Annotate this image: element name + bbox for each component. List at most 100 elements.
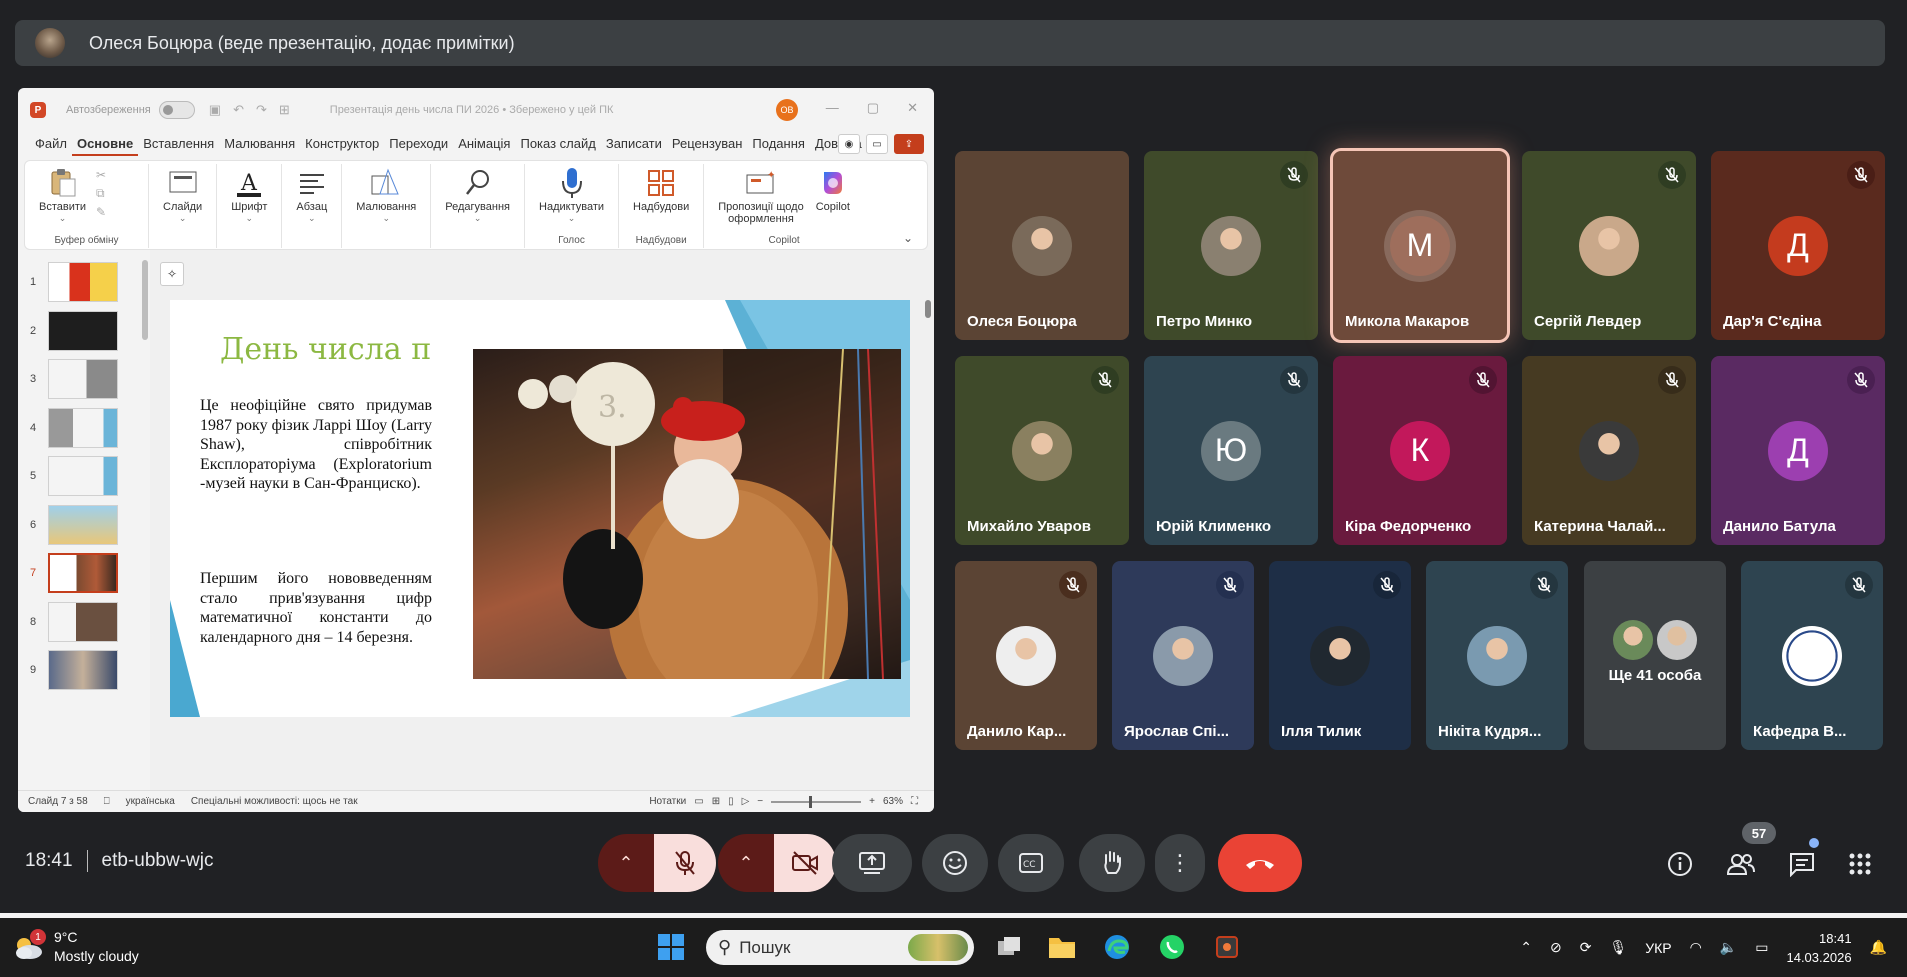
snipping-tool-button[interactable]: [1210, 930, 1244, 964]
microphone-off-button[interactable]: [654, 834, 716, 892]
slide-thumbnail[interactable]: [48, 262, 118, 303]
slide-thumbnail[interactable]: [48, 601, 118, 642]
addins-button[interactable]: Надбудови: [633, 168, 689, 213]
dictate-button[interactable]: Надиктувати ⌄: [539, 168, 604, 224]
clock[interactable]: 18:41 14.03.2026: [1786, 929, 1851, 967]
present-icon[interactable]: ⊞: [279, 102, 290, 118]
participant-tile[interactable]: Катерина Чалай...: [1522, 356, 1696, 545]
edge-browser-button[interactable]: [1100, 930, 1134, 964]
thumbnail-row[interactable]: 9: [18, 646, 150, 695]
chevron-up-icon[interactable]: ⌃: [1520, 939, 1532, 956]
thumbnail-row[interactable]: 2: [18, 307, 150, 356]
normal-view-icon[interactable]: ▭: [694, 796, 703, 807]
meeting-code[interactable]: etb-ubbw-wjc: [102, 850, 214, 872]
tab-view[interactable]: Подання: [747, 132, 810, 156]
editing-button[interactable]: Редагування ⌄: [445, 168, 510, 224]
taskbar-search[interactable]: ⚲ Пошук: [706, 930, 974, 965]
notes-button[interactable]: Нотатки: [649, 796, 686, 807]
close-icon[interactable]: ✕: [907, 100, 918, 116]
current-slide[interactable]: День числа π Це неофіційне свято придума…: [170, 300, 910, 717]
volume-icon[interactable]: 🔈: [1720, 939, 1737, 956]
redo-icon[interactable]: ↷: [256, 102, 267, 118]
video-options-chevron-up-icon[interactable]: ⌃: [718, 834, 774, 892]
participant-tile[interactable]: Д Дар'я С'єдіна: [1711, 151, 1885, 340]
leave-call-button[interactable]: [1218, 834, 1302, 892]
audio-options-chevron-up-icon[interactable]: ⌃: [598, 834, 654, 892]
sync-icon[interactable]: ⟳: [1580, 939, 1592, 956]
thumbnail-row[interactable]: 6: [18, 501, 150, 550]
file-explorer-button[interactable]: [1045, 930, 1079, 964]
participant-tile[interactable]: Ще 41 особа: [1584, 561, 1726, 750]
language-indicator[interactable]: українська: [126, 796, 175, 807]
thumbnail-row[interactable]: 7: [18, 549, 150, 598]
participant-tile[interactable]: Ю Юрій Клименко: [1144, 356, 1318, 545]
copy-icon[interactable]: ⧉: [96, 186, 106, 201]
participant-tile[interactable]: Кафедра В...: [1741, 561, 1883, 750]
raise-hand-button[interactable]: [1079, 834, 1145, 892]
spellcheck-icon[interactable]: ⎕: [104, 796, 110, 807]
tab-review[interactable]: Рецензуван: [667, 132, 748, 156]
people-button[interactable]: [1724, 847, 1758, 881]
undo-icon[interactable]: ↶: [233, 102, 244, 118]
tab-insert[interactable]: Вставлення: [138, 132, 219, 156]
tab-home[interactable]: Основне: [71, 132, 139, 156]
paste-button[interactable]: Вставити ⌄: [39, 168, 86, 224]
designer-sparkle-icon[interactable]: ✧: [160, 262, 184, 286]
participant-tile[interactable]: Д Данило Батула: [1711, 356, 1885, 545]
slide-thumbnail[interactable]: [48, 407, 118, 448]
more-options-button[interactable]: ⋮: [1155, 834, 1205, 892]
thumbnails-scrollbar[interactable]: [142, 250, 148, 790]
zoom-slider[interactable]: [771, 795, 862, 808]
save-icon[interactable]: ▣: [209, 102, 221, 118]
captions-button[interactable]: CC: [998, 834, 1064, 892]
thumbnail-row[interactable]: 1: [18, 258, 150, 307]
meeting-details-button[interactable]: [1663, 847, 1697, 881]
zoom-in-icon[interactable]: +: [869, 796, 875, 807]
thumbnail-row[interactable]: 8: [18, 598, 150, 647]
paragraph-button[interactable]: Абзац ⌄: [296, 168, 327, 224]
tray-microphone-icon[interactable]: 🎙: [1609, 939, 1627, 956]
autosave-toggle[interactable]: [158, 101, 195, 119]
copilot-button[interactable]: Copilot: [816, 168, 850, 213]
maximize-icon[interactable]: ▢: [867, 100, 879, 116]
task-view-button[interactable]: [992, 930, 1026, 964]
tab-file[interactable]: Файл: [30, 132, 72, 156]
present-screen-button[interactable]: [832, 834, 912, 892]
participant-tile[interactable]: Ілля Тилик: [1269, 561, 1411, 750]
drawing-button[interactable]: Малювання ⌄: [356, 168, 416, 224]
editor-scrollbar[interactable]: [924, 250, 932, 790]
participant-tile[interactable]: Данило Кар...: [955, 561, 1097, 750]
user-initials-badge[interactable]: ОВ: [776, 99, 798, 121]
cut-icon[interactable]: ✂: [96, 168, 106, 182]
participant-tile[interactable]: М Микола Макаров: [1333, 151, 1507, 340]
slide-thumbnail[interactable]: [48, 359, 118, 400]
minimize-icon[interactable]: —: [826, 100, 839, 116]
slides-button[interactable]: Слайди ⌄: [163, 168, 202, 224]
camera-off-button[interactable]: [774, 834, 836, 892]
slide-thumbnail[interactable]: [48, 650, 118, 691]
slideshow-icon[interactable]: ▷: [742, 796, 750, 807]
activities-button[interactable]: [1843, 847, 1877, 881]
notifications-icon[interactable]: 🔔: [1870, 939, 1887, 956]
accessibility-status[interactable]: Спеціальні можливості: щось не так: [191, 796, 358, 807]
battery-icon[interactable]: ▭: [1755, 939, 1768, 956]
slide-thumbnail[interactable]: [48, 504, 118, 545]
format-painter-icon[interactable]: ✎: [96, 205, 106, 219]
whatsapp-button[interactable]: [1155, 930, 1189, 964]
reactions-button[interactable]: [922, 834, 988, 892]
tab-record[interactable]: Записати: [601, 132, 667, 156]
participant-tile[interactable]: Петро Минко: [1144, 151, 1318, 340]
collapse-ribbon-icon[interactable]: ⌄: [903, 231, 913, 245]
network-off-icon[interactable]: ⊘: [1550, 939, 1562, 956]
slide-thumbnail[interactable]: [48, 456, 118, 497]
tab-slideshow[interactable]: Показ слайд: [515, 132, 600, 156]
weather-widget[interactable]: 1 9°C Mostly cloudy: [12, 928, 139, 966]
thumbnail-row[interactable]: 3: [18, 355, 150, 404]
thumbnail-row[interactable]: 5: [18, 452, 150, 501]
input-language[interactable]: УКР: [1645, 940, 1671, 956]
chat-button[interactable]: [1785, 847, 1819, 881]
comments-icon[interactable]: ▭: [866, 134, 888, 154]
tab-design[interactable]: Конструктор: [300, 132, 384, 156]
participant-tile[interactable]: Нікіта Кудря...: [1426, 561, 1568, 750]
record-icon[interactable]: ◉: [838, 134, 860, 154]
